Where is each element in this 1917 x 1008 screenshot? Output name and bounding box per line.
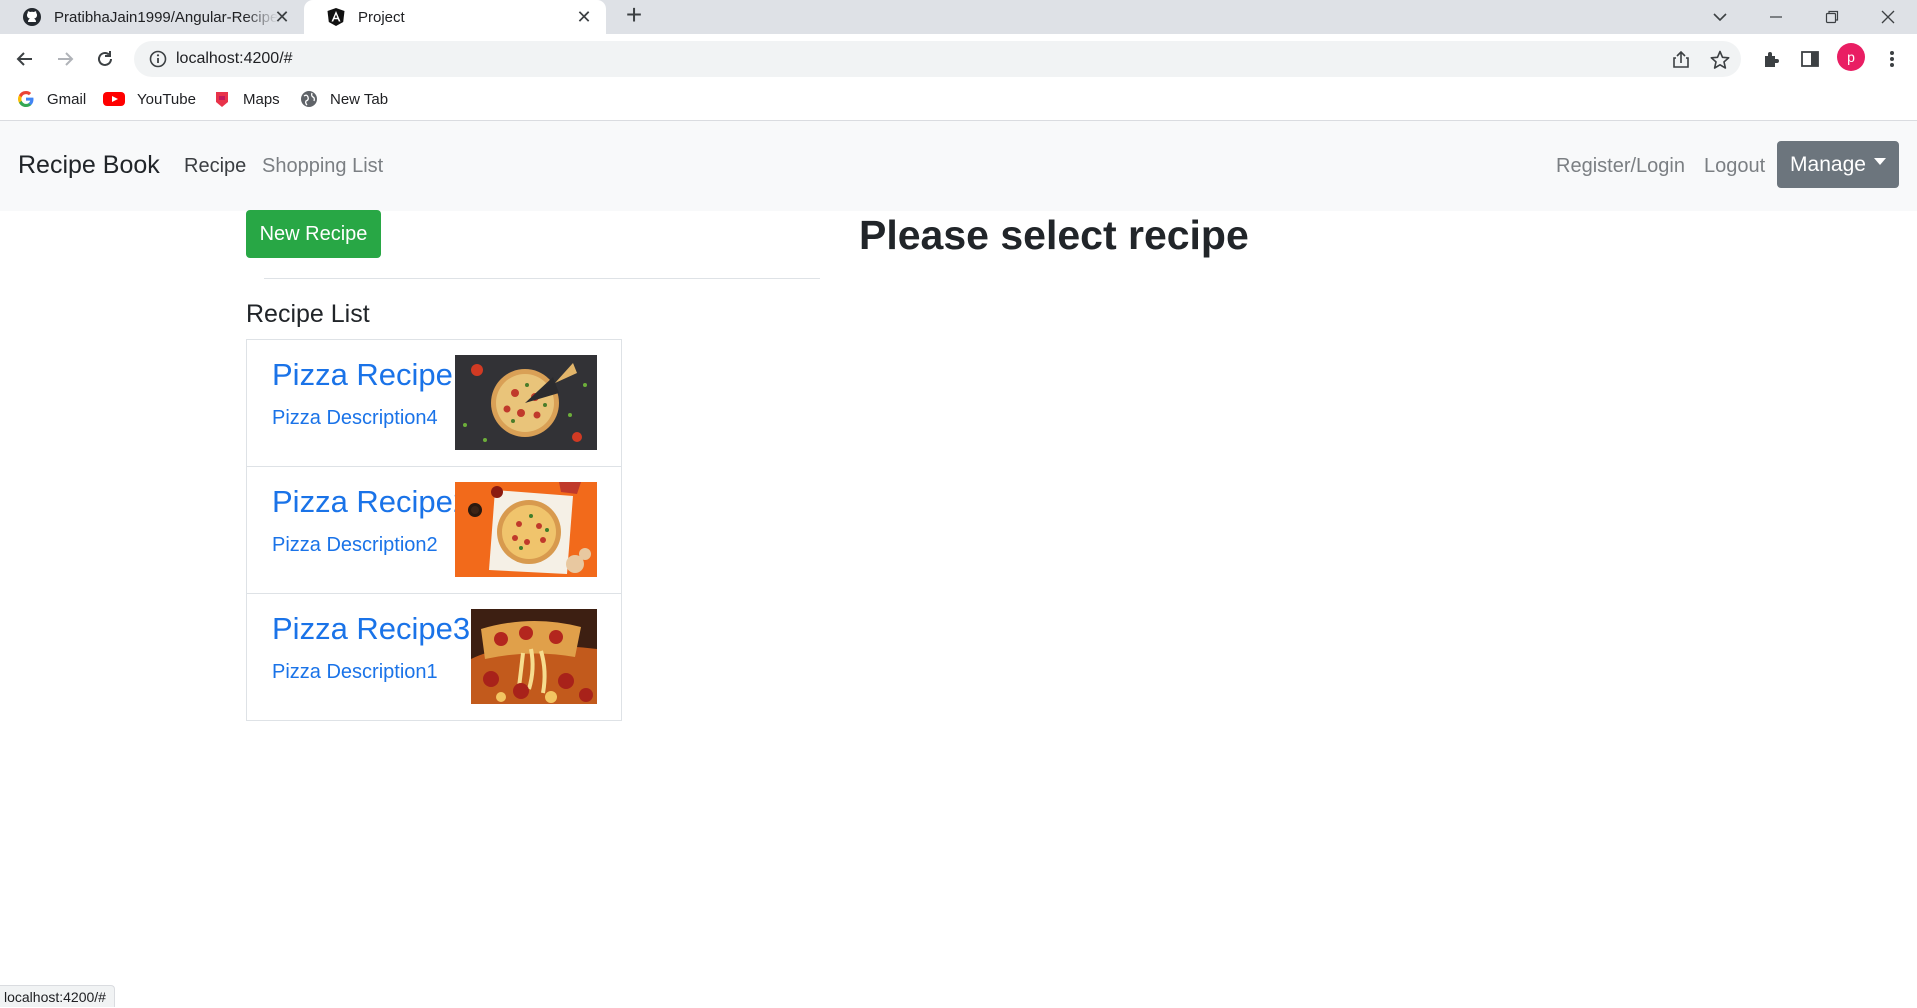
new-recipe-button[interactable]: New Recipe (246, 210, 381, 258)
tab-title: PratibhaJain1999/Angular-Recipe-Book (54, 8, 278, 26)
recipe-item[interactable]: Pizza Recipe3 Pizza Description1 (246, 593, 622, 721)
brand-link[interactable]: Recipe Book (18, 151, 160, 180)
browser-tab-github[interactable]: PratibhaJain1999/Angular-Recipe-Book ✕ (0, 0, 304, 34)
recipe-description[interactable]: Pizza Description2 (272, 534, 438, 557)
status-bar-url: localhost:4200/# (0, 985, 115, 1007)
maps-icon (213, 90, 231, 108)
bookmark-gmail[interactable]: Gmail (17, 85, 86, 113)
side-panel-icon[interactable] (1797, 46, 1823, 72)
profile-avatar[interactable]: p (1837, 43, 1865, 71)
pizza-cheese-pull-image (471, 609, 597, 704)
recipe-list: Pizza Recipe1 Pizza Description4 Pizza R… (246, 339, 622, 721)
browser-tabstrip: PratibhaJain1999/Angular-Recipe-Book ✕ P… (0, 0, 1917, 34)
angular-icon (326, 7, 346, 27)
back-icon[interactable] (8, 42, 42, 76)
caret-down-icon (1873, 158, 1886, 165)
google-icon (17, 90, 35, 108)
reload-icon[interactable] (88, 42, 122, 76)
bookmark-star-icon[interactable] (1709, 49, 1731, 71)
divider (264, 278, 820, 279)
tab-search-icon[interactable] (1692, 0, 1748, 34)
close-icon[interactable]: ✕ (574, 7, 594, 27)
bookmark-label: YouTube (137, 90, 196, 108)
recipe-name[interactable]: Pizza Recipe3 (272, 611, 470, 647)
restore-icon[interactable] (1804, 0, 1860, 34)
browser-tab-project[interactable]: Project ✕ (304, 0, 606, 34)
bookmark-label: Maps (243, 90, 280, 108)
bookmark-youtube[interactable]: YouTube (103, 85, 196, 113)
recipe-name[interactable]: Pizza Recipe1 (272, 357, 470, 393)
url-text: localhost:4200/# (176, 50, 293, 67)
pizza-dark-board-image (455, 355, 597, 450)
info-icon[interactable] (148, 49, 168, 69)
nav-link-logout[interactable]: Logout (1704, 155, 1765, 178)
app-navbar: Recipe Book Recipe Shopping List Registe… (0, 121, 1917, 211)
recipe-item[interactable]: Pizza Recipe2 Pizza Description2 (246, 466, 622, 594)
recipe-description[interactable]: Pizza Description4 (272, 407, 438, 430)
tab-title: Project (358, 8, 405, 26)
manage-dropdown-button[interactable]: Manage (1777, 141, 1899, 188)
close-window-icon[interactable] (1860, 0, 1916, 34)
bookmark-label: New Tab (330, 90, 389, 108)
forward-icon[interactable] (48, 42, 82, 76)
globe-icon (300, 90, 318, 108)
recipe-item[interactable]: Pizza Recipe1 Pizza Description4 (246, 339, 622, 467)
bookmark-new-tab[interactable]: New Tab (300, 85, 388, 113)
address-bar[interactable]: localhost:4200/# (134, 41, 1741, 77)
extensions-icon[interactable] (1758, 46, 1784, 72)
bookmark-label: Gmail (47, 90, 87, 108)
recipe-name[interactable]: Pizza Recipe2 (272, 484, 470, 520)
nav-link-register-login[interactable]: Register/Login (1556, 155, 1685, 178)
recipe-list-heading: Recipe List (246, 300, 370, 328)
nav-link-recipe[interactable]: Recipe (184, 155, 246, 178)
select-recipe-heading: Please select recipe (859, 212, 1249, 258)
bookmark-maps[interactable]: Maps (213, 85, 280, 113)
manage-label: Manage (1790, 152, 1866, 176)
browser-toolbar: localhost:4200/# p Gmail YouTube Maps Ne… (0, 34, 1917, 114)
close-icon[interactable]: ✕ (272, 7, 292, 27)
share-icon[interactable] (1670, 49, 1692, 71)
nav-link-shopping-list[interactable]: Shopping List (262, 155, 383, 178)
new-tab-button[interactable]: + (620, 1, 648, 30)
pizza-orange-background-image (455, 482, 597, 577)
github-icon (22, 7, 42, 27)
bookmarks-bar: Gmail YouTube Maps New Tab (0, 85, 1917, 113)
youtube-icon (103, 90, 125, 108)
menu-kebab-icon[interactable] (1879, 46, 1905, 72)
minimize-icon[interactable] (1748, 0, 1804, 34)
recipe-description[interactable]: Pizza Description1 (272, 661, 438, 684)
